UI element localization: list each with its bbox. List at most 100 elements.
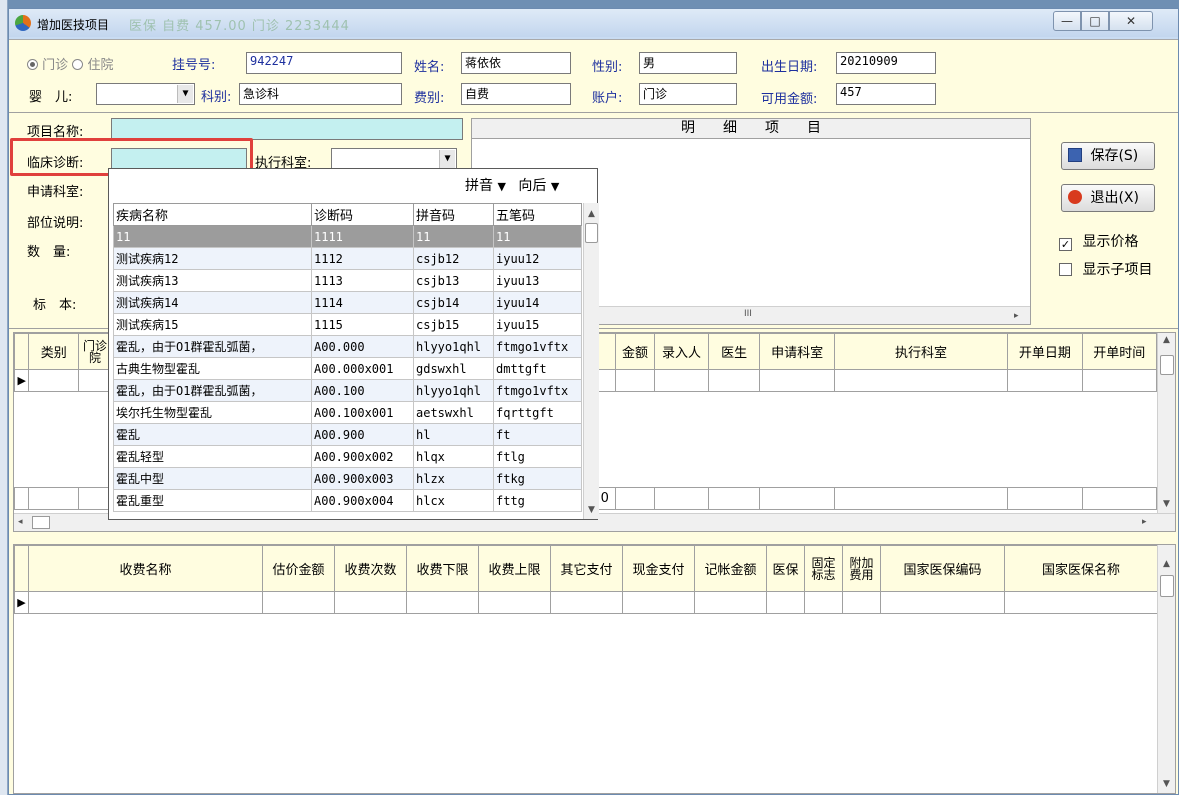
disease-name-cell: 测试疾病15 — [113, 313, 312, 336]
search-mode-dropdown[interactable]: 拼音 ▼ — [465, 178, 506, 194]
list-item[interactable]: 测试疾病14 1114 csjb14 iyuu14 — [113, 291, 582, 314]
direction-dropdown[interactable]: 向后 ▼ — [518, 178, 559, 194]
scroll-thumb[interactable] — [1160, 355, 1174, 375]
popup-vertical-scrollbar[interactable]: ▲ ▼ — [583, 203, 599, 519]
col-header-apply-dept[interactable]: 申请科室 — [759, 333, 835, 370]
col-header-pinyin-code[interactable]: 拼音码 — [413, 203, 494, 226]
col-header-cash-pay[interactable]: 现金支付 — [622, 545, 695, 592]
exec-dept-dropdown[interactable]: ▼ — [331, 148, 457, 170]
outpatient-radio[interactable] — [27, 59, 38, 70]
scroll-down-icon[interactable]: ▼ — [588, 505, 595, 515]
inpatient-radio[interactable] — [72, 59, 84, 70]
scroll-up-icon[interactable]: ▲ — [1163, 335, 1170, 345]
visit-type-group: 门诊 住院 — [27, 54, 113, 73]
show-price-checkbox[interactable]: ✓ — [1059, 238, 1072, 251]
list-item[interactable]: 古典生物型霍乱 A00.000x001 gdswxhl dmttgft — [113, 357, 582, 380]
col-header-fee-max[interactable]: 收费上限 — [478, 545, 551, 592]
disease-name-cell: 霍乱中型 — [113, 467, 312, 490]
show-sub-option[interactable]: 显示子项目 — [1059, 259, 1152, 279]
reg-no-field[interactable]: 942247 — [246, 52, 402, 74]
col-header-wubi-code[interactable]: 五笔码 — [493, 203, 582, 226]
diag-code-cell: A00.000x001 — [311, 357, 414, 380]
list-item[interactable]: 霍乱，由于O1群霍乱弧菌， A00.000 hlyyo1qhl ftmgo1vftx — [113, 335, 582, 358]
col-header-extra-fee[interactable]: 附加 费用 — [842, 545, 881, 592]
scroll-up-icon[interactable]: ▲ — [588, 209, 595, 219]
list-item[interactable]: 埃尔托生物型霍乱 A00.100x001 aetswxhl fqrttgft — [113, 401, 582, 424]
col-header-other-pay[interactable]: 其它支付 — [550, 545, 623, 592]
detail-items-header: 明 细 项 目 — [472, 119, 1030, 139]
fee-type-label: 费别: — [414, 91, 445, 106]
list-item[interactable]: 霍乱 A00.900 hl ft — [113, 423, 582, 446]
minimize-button[interactable]: — — [1053, 11, 1081, 31]
list-item[interactable]: 11 1111 11 11 — [113, 225, 582, 248]
scroll-thumb[interactable] — [585, 223, 598, 243]
orders-vertical-scrollbar[interactable]: ▲ ▼ — [1157, 333, 1175, 513]
col-header-est-amount[interactable]: 估价金额 — [262, 545, 335, 592]
col-header-fee-min[interactable]: 收费下限 — [406, 545, 479, 592]
col-header-category[interactable]: 类别 — [28, 333, 79, 370]
show-price-option[interactable]: ✓ 显示价格 — [1059, 231, 1138, 251]
close-button[interactable]: ✕ — [1109, 11, 1153, 31]
scroll-down-icon[interactable]: ▼ — [1163, 499, 1170, 509]
col-header-entered-by[interactable]: 录入人 — [654, 333, 709, 370]
col-header-fee-count[interactable]: 收费次数 — [334, 545, 407, 592]
chevron-down-icon: ▼ — [439, 150, 455, 168]
chevron-down-icon: ▼ — [177, 85, 193, 103]
disease-name-cell: 霍乱轻型 — [113, 445, 312, 468]
fee-type-field[interactable]: 自费 — [461, 83, 571, 105]
item-name-input[interactable] — [111, 118, 463, 140]
scroll-right-icon[interactable]: ▸ — [1142, 517, 1147, 527]
col-header-insurance[interactable]: 医保 — [766, 545, 805, 592]
col-header-fee-name[interactable]: 收费名称 — [28, 545, 263, 592]
scroll-down-icon[interactable]: ▼ — [1163, 779, 1170, 789]
gender-field[interactable]: 男 — [639, 52, 737, 74]
col-header-fixed-flag[interactable]: 固定 标志 — [804, 545, 843, 592]
col-header-national-code[interactable]: 国家医保编码 — [880, 545, 1005, 592]
infant-dropdown[interactable]: ▼ — [96, 83, 195, 105]
name-field[interactable]: 蒋依依 — [461, 52, 571, 74]
fees-vertical-scrollbar[interactable]: ▲ ▼ — [1157, 545, 1175, 793]
scroll-thumb[interactable] — [1160, 575, 1174, 597]
wubi-code-cell: iyuu15 — [493, 313, 582, 336]
account-field[interactable]: 门诊 — [639, 83, 737, 105]
wubi-code-cell: ftlg — [493, 445, 582, 468]
col-header-visit[interactable]: 门诊 院 — [77, 333, 113, 370]
col-header-diag-code[interactable]: 诊断码 — [311, 203, 414, 226]
list-item[interactable]: 测试疾病12 1112 csjb12 iyuu12 — [113, 247, 582, 270]
col-header-order-time[interactable]: 开单时间 — [1081, 333, 1158, 370]
disease-name-cell: 霍乱 — [113, 423, 312, 446]
list-item[interactable]: 霍乱，由于O1群霍乱弧菌， A00.100 hlyyo1qhl ftmgo1vftx — [113, 379, 582, 402]
app-logo-icon — [15, 15, 31, 31]
col-header-exec-dept[interactable]: 执行科室 — [833, 333, 1009, 370]
exit-button[interactable]: 退出(X) — [1061, 184, 1155, 212]
list-item[interactable]: 测试疾病13 1113 csjb13 iyuu13 — [113, 269, 582, 292]
col-header-disease-name[interactable]: 疾病名称 — [113, 203, 312, 226]
scroll-left-icon[interactable]: ◂ — [18, 517, 23, 527]
col-header-amount[interactable]: 金额 — [614, 333, 656, 370]
col-header-account-amount[interactable]: 记帐金额 — [694, 545, 767, 592]
diag-code-cell: 1112 — [311, 247, 414, 270]
power-icon — [1068, 190, 1082, 204]
save-button[interactable]: 保存(S) — [1061, 142, 1155, 170]
list-item[interactable]: 霍乱重型 A00.900x004 hlcx fttg — [113, 489, 582, 512]
direction-value: 向后 — [518, 178, 547, 194]
col-header-doctor[interactable]: 医生 — [707, 333, 761, 370]
col-header-order-date[interactable]: 开单日期 — [1007, 333, 1083, 370]
scroll-thumb[interactable] — [32, 516, 50, 529]
scroll-right-icon[interactable]: ▸ — [1014, 311, 1019, 321]
balance-field[interactable]: 457 — [836, 83, 936, 105]
scroll-up-icon[interactable]: ▲ — [1163, 559, 1170, 569]
list-item[interactable]: 霍乱轻型 A00.900x002 hlqx ftlg — [113, 445, 582, 468]
show-sub-checkbox[interactable] — [1059, 263, 1072, 276]
maximize-button[interactable]: □ — [1081, 11, 1109, 31]
dept-field[interactable]: 急诊科 — [239, 83, 402, 105]
title-bar[interactable]: 增加医技项目 医保 自费 457.00 门诊 2233444 — □ ✕ — [9, 9, 1178, 37]
col-header-national-name[interactable]: 国家医保名称 — [1004, 545, 1158, 592]
grid-corner — [14, 545, 29, 592]
pinyin-code-cell: gdswxhl — [413, 357, 494, 380]
wubi-code-cell: fqrttgft — [493, 401, 582, 424]
table-row[interactable]: ▶ — [14, 591, 1158, 614]
list-item[interactable]: 测试疾病15 1115 csjb15 iyuu15 — [113, 313, 582, 336]
list-item[interactable]: 霍乱中型 A00.900x003 hlzx ftkg — [113, 467, 582, 490]
dob-field[interactable]: 20210909 — [836, 52, 936, 74]
